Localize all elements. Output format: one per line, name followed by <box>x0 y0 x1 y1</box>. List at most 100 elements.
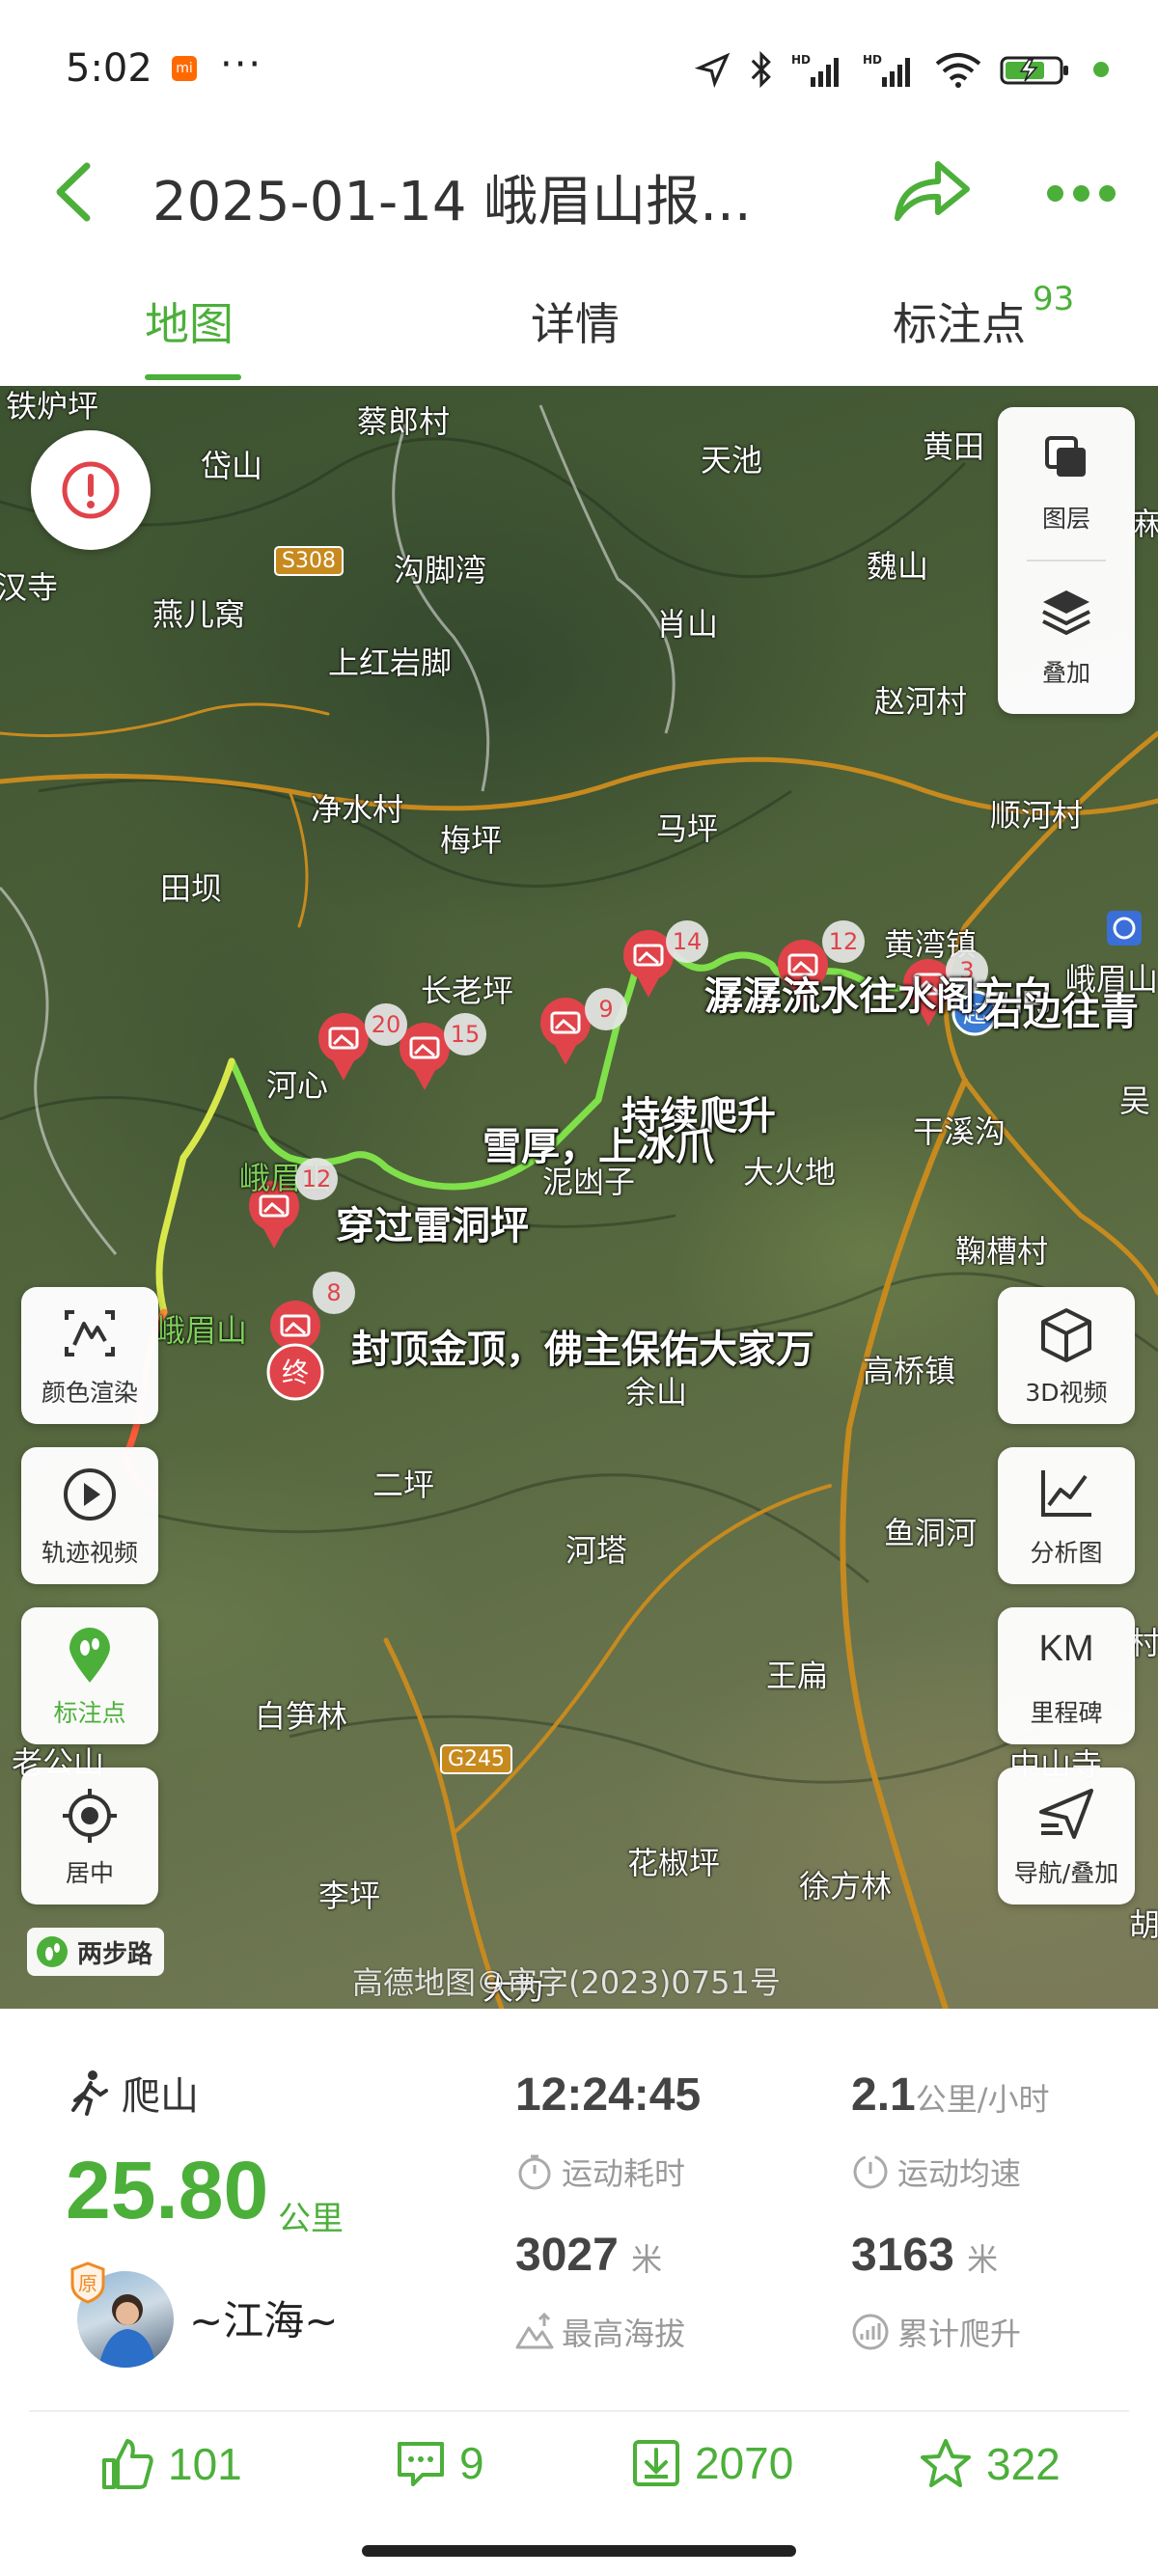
milestone-button[interactable]: KM 里程碑 <box>998 1607 1135 1744</box>
layers-icon <box>1045 436 1086 477</box>
back-button[interactable] <box>46 149 104 235</box>
alert-icon <box>62 461 120 519</box>
app-header: 2025-01-14 峨眉山报... <box>0 135 1158 251</box>
color-render-button[interactable]: 颜色渲染 <box>21 1287 158 1424</box>
place-label: 净水村 <box>311 791 404 828</box>
two-step-logo-icon <box>37 1936 68 1967</box>
star-icon <box>921 2439 971 2487</box>
stack-icon <box>1042 590 1090 636</box>
markers-count-badge: 93 <box>1033 280 1075 318</box>
bus-stop-icon <box>1107 911 1142 945</box>
tab-bar: 地图 详情 标注点 <box>0 270 1158 386</box>
place-label: 河心 <box>266 1067 329 1104</box>
place-label: 王扁 <box>766 1658 829 1694</box>
map-view[interactable]: 起 终 铁炉坪 蔡郎村 岱山 天池 黄田 汉寺 沟脚湾 魏山 燕儿窝 肖山 上红… <box>0 386 1158 2009</box>
play-circle-icon <box>64 1468 116 1521</box>
markers-button[interactable]: 标注点 <box>21 1607 158 1744</box>
place-label: 铁炉坪 <box>6 388 99 425</box>
photo-pin[interactable] <box>400 1023 450 1090</box>
sport-type: 爬山 <box>68 2065 199 2121</box>
svg-text:终: 终 <box>282 1357 309 1388</box>
3d-video-button[interactable]: 3D视频 <box>998 1287 1135 1424</box>
photo-count-badge: 14 <box>666 920 708 963</box>
place-label: 沟脚湾 <box>394 552 487 589</box>
place-label: 蔡郎村 <box>357 403 451 440</box>
warning-button[interactable] <box>31 430 151 550</box>
place-label: 峨眉山 <box>154 1312 248 1349</box>
user-avatar[interactable]: 原 <box>69 2261 176 2368</box>
climb-chart-icon <box>852 2314 889 2350</box>
place-label: 二坪 <box>372 1466 435 1503</box>
max-altitude-label: 最高海拔 <box>515 2310 685 2354</box>
place-label: 白笋林 <box>255 1698 348 1735</box>
line-chart-icon <box>1041 1470 1091 1517</box>
comment-button[interactable]: 9 <box>396 2437 484 2489</box>
more-button[interactable] <box>1047 174 1124 212</box>
place-label: 梅坪 <box>440 822 503 859</box>
wifi-icon <box>935 53 981 88</box>
analysis-chart-button[interactable]: 分析图 <box>998 1447 1135 1584</box>
photo-count-badge: 12 <box>295 1158 338 1200</box>
layers-button[interactable]: 图层 <box>998 407 1135 552</box>
photo-count-badge: 9 <box>585 988 627 1030</box>
like-button[interactable]: 101 <box>100 2437 242 2491</box>
place-label: 大火地 <box>743 1154 837 1191</box>
km-icon: KM <box>1038 1629 1094 1669</box>
notification-dot-icon <box>1093 62 1109 77</box>
stats-panel: 爬山 25.80 公里 原 ~江海~ 12:24:45 运动耗时 2.1公里/小… <box>0 2009 1158 2414</box>
cube-icon <box>1041 1308 1091 1362</box>
place-label: 马坪 <box>656 810 719 847</box>
status-icons: HD HD <box>695 48 1110 91</box>
photo-count-badge: 15 <box>444 1013 486 1055</box>
more-dots-icon <box>1047 184 1063 202</box>
place-label: 余山 <box>625 1374 688 1411</box>
stopwatch-icon <box>518 2154 551 2190</box>
road-label: S308 <box>274 546 344 576</box>
status-bar: 5:02 mi ··· HD HD <box>0 0 1158 135</box>
end-marker[interactable]: 终 <box>266 1343 324 1401</box>
center-button[interactable]: 居中 <box>21 1768 158 1905</box>
download-icon <box>633 2440 679 2486</box>
trail-note: 穿过雷洞坪 <box>336 1204 529 1248</box>
overlay-button[interactable]: 叠加 <box>998 562 1135 706</box>
place-label: 干溪沟 <box>913 1113 1006 1150</box>
avg-speed: 2.1公里/小时 <box>851 2069 1050 2121</box>
share-button[interactable] <box>888 152 975 230</box>
place-label: 胡 <box>1129 1906 1158 1943</box>
place-label: 赵河村 <box>874 683 968 720</box>
avg-speed-label: 运动均速 <box>851 2150 1021 2194</box>
place-label: 岱山 <box>201 448 263 484</box>
place-label: 上红岩脚 <box>328 644 453 681</box>
total-climb: 3163 米 <box>851 2230 999 2281</box>
home-indicator[interactable] <box>362 2545 796 2557</box>
svg-text:原: 原 <box>78 2272 97 2295</box>
track-video-button[interactable]: 轨迹视频 <box>21 1447 158 1584</box>
bluetooth-icon <box>751 50 771 89</box>
more-notifications-icon: ··· <box>220 42 263 87</box>
hiking-icon <box>71 2070 108 2116</box>
place-label: 燕儿窝 <box>152 596 246 633</box>
map-copyright: 高德地图©审字(2023)0751号 <box>352 1964 781 2001</box>
place-label: 高桥镇 <box>863 1353 956 1389</box>
tab-markers[interactable]: 标注点 <box>893 289 1026 353</box>
download-button[interactable]: 2070 <box>631 2437 793 2489</box>
username[interactable]: ~江海~ <box>189 2288 338 2347</box>
total-climb-label: 累计爬升 <box>851 2310 1021 2354</box>
photo-count-badge: 20 <box>365 1003 407 1046</box>
favorite-button[interactable]: 322 <box>919 2437 1061 2491</box>
hd-signal-icon: HD <box>863 53 910 87</box>
photo-count-badge: 8 <box>313 1272 355 1314</box>
brand-name: 两步路 <box>77 1939 153 1969</box>
place-label: 顺河村 <box>990 797 1084 834</box>
footprint-pin-icon <box>69 1628 110 1683</box>
tab-details[interactable]: 详情 <box>531 289 620 353</box>
original-badge-icon: 原 <box>70 2261 105 2304</box>
photo-pin[interactable] <box>540 998 591 1065</box>
navigation-button[interactable]: 导航/叠加 <box>998 1768 1135 1905</box>
distance-unit: 公里 <box>278 2200 344 2238</box>
tab-map[interactable]: 地图 <box>145 289 234 353</box>
speed-clock-icon <box>853 2154 888 2189</box>
battery-charging-icon <box>1000 56 1068 85</box>
place-label: 汉寺 <box>0 569 59 606</box>
trail-note: 雪厚，上冰爪 <box>482 1125 714 1169</box>
